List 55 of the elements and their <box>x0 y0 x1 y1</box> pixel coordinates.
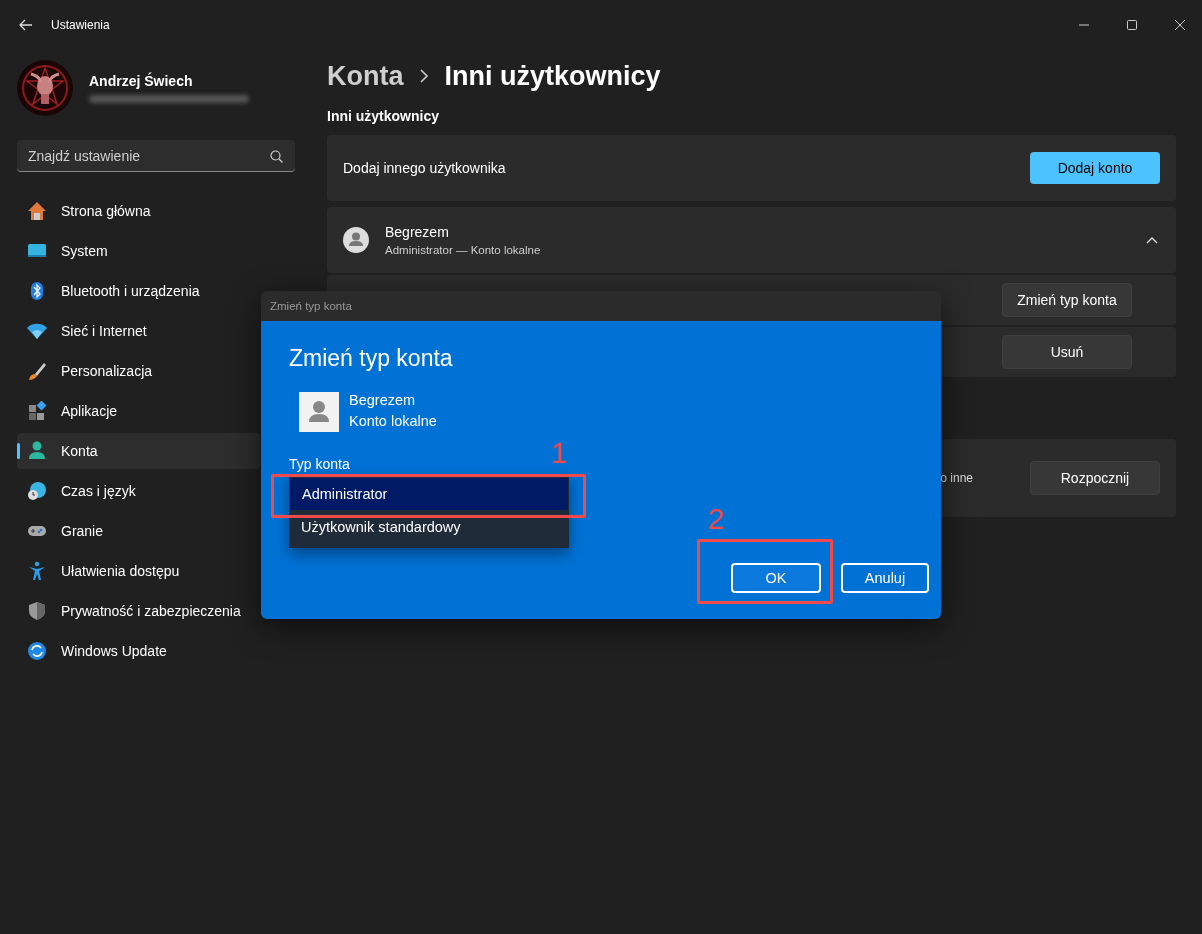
user-name: Begrezem <box>349 392 417 408</box>
sidebar-item[interactable]: Sieć i Internet <box>17 313 260 349</box>
update-icon <box>27 641 47 661</box>
sidebar-item[interactable]: System <box>17 233 260 269</box>
wifi-icon <box>27 321 47 341</box>
person-icon <box>27 441 47 461</box>
list-option[interactable]: Administrator <box>290 478 568 510</box>
globe-clock-icon <box>27 481 47 501</box>
shield-icon <box>27 601 47 621</box>
chevron-up-icon[interactable] <box>1146 236 1158 244</box>
account-type: Administrator — Konto lokalne <box>385 244 541 256</box>
sidebar-item[interactable]: Bluetooth i urządzenia <box>17 273 260 309</box>
account-type: Konto lokalne <box>349 413 437 429</box>
accessibility-icon <box>27 561 47 581</box>
user-avatar-icon <box>343 227 369 253</box>
dialog-title: Zmień typ konta <box>270 300 352 312</box>
search-icon <box>270 150 283 163</box>
action-button[interactable]: Usuń <box>1002 335 1132 369</box>
chevron-right-icon <box>419 69 429 83</box>
window-title: Ustawienia <box>51 18 110 32</box>
sidebar-item[interactable]: Konta <box>17 433 260 469</box>
start-button[interactable]: Rozpocznij <box>1030 461 1160 495</box>
search-field[interactable]: Znajdź ustawienie <box>17 140 295 172</box>
list-option[interactable]: Użytkownik standardowy <box>289 510 569 548</box>
add-account-button[interactable]: Dodaj konto <box>1030 152 1160 184</box>
sidebar-item[interactable]: Czas i język <box>17 473 260 509</box>
sidebar-item[interactable]: Strona główna <box>17 193 260 229</box>
close-icon[interactable] <box>1175 20 1185 30</box>
apps-icon <box>27 401 47 421</box>
field-label: Typ konta <box>289 456 351 472</box>
sidebar-item[interactable]: Aplikacje <box>17 393 260 429</box>
user-name: Andrzej Świech <box>89 73 194 89</box>
setting-label: o inne <box>940 471 973 485</box>
ok-button[interactable]: OK <box>731 563 821 593</box>
page-title: Inni użytkownicy <box>444 60 661 92</box>
user-card[interactable]: Begrezem Administrator — Konto lokalne <box>327 207 1176 273</box>
sidebar-item[interactable]: Ułatwienia dostępu <box>17 553 260 589</box>
user-tile-icon <box>299 392 339 432</box>
user-name: Begrezem <box>385 224 450 240</box>
back-icon[interactable] <box>19 19 33 31</box>
brush-icon <box>27 361 47 381</box>
sidebar-item[interactable]: Personalizacja <box>17 353 260 389</box>
breadcrumb-link[interactable]: Konta <box>327 60 404 92</box>
cancel-button[interactable]: Anuluj <box>841 563 929 593</box>
step-number: 2 <box>708 502 725 536</box>
section-title: Inni użytkownicy <box>327 108 440 124</box>
step-number: 1 <box>551 436 568 470</box>
home-icon <box>27 201 47 221</box>
sidebar-item[interactable]: Prywatność i zabezpieczenia <box>17 593 260 629</box>
dialog-heading: Zmień typ konta <box>289 345 454 372</box>
sidebar-item[interactable]: Windows Update <box>17 633 260 669</box>
action-button[interactable]: Zmień typ konta <box>1002 283 1132 317</box>
setting-label: Dodaj innego użytkownika <box>343 160 507 176</box>
maximize-icon[interactable] <box>1127 20 1137 30</box>
sidebar-item[interactable]: Granie <box>17 513 260 549</box>
